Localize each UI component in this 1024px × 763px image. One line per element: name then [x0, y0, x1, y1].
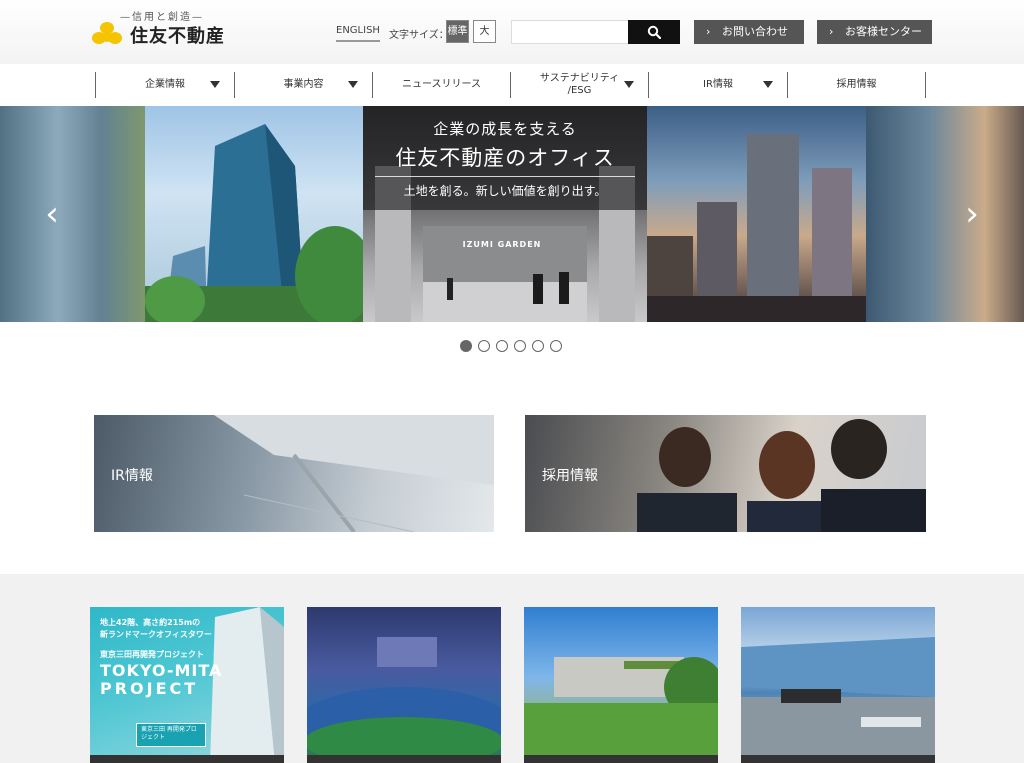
site-logo[interactable]: —信用と創造— 住友不動産 [92, 8, 242, 50]
card-text-line3: 東京三田再開発プロジェクト [100, 650, 204, 659]
nav-item-recruit[interactable]: 採用情報 [787, 72, 926, 98]
project-card-tokyo-mita[interactable]: 地上42階、高さ約215mの 新ランドマークオフィスタワー 東京三田再開発プロジ… [90, 607, 284, 763]
logo-tagline: —信用と創造— [120, 12, 204, 23]
carousel-prev-icon[interactable]: ‹ [40, 194, 64, 234]
hero-slide-next-preview [866, 106, 1024, 322]
nav-item-label: サステナビリティ /ESG [540, 73, 619, 97]
project-card-event[interactable] [307, 607, 501, 763]
hero-carousel[interactable]: IZUMI GARDEN 企業の成長を支える 住友不動産のオフィス 土地を創る。… [0, 106, 1024, 322]
site-header: —信用と創造— 住友不動産 ENGLISH 文字サイズ： 標準 大 › お問い合… [0, 0, 1024, 64]
carousel-dot[interactable] [550, 340, 562, 352]
ir-banner-label: IR情報 [111, 468, 153, 484]
nav-item-news[interactable]: ニュースリリース [372, 72, 510, 98]
carousel-dot[interactable] [478, 340, 490, 352]
customer-center-button[interactable]: › お客様センター [817, 20, 932, 44]
font-size-large-button[interactable]: 大 [473, 20, 496, 43]
nav-item-ir[interactable]: IR情報 [648, 72, 787, 98]
card-title-project: PROJECT [100, 679, 199, 698]
project-card-park[interactable] [524, 607, 718, 763]
nav-item-sustainability[interactable]: サステナビリティ /ESG [510, 72, 648, 98]
airport-illustration [741, 637, 935, 763]
caret-down-icon [624, 81, 634, 88]
hero-image-skyline [647, 106, 866, 322]
customer-center-button-label: お客様センター [845, 25, 922, 38]
project-card-airport[interactable] [741, 607, 935, 763]
logo-name: 住友不動産 [130, 26, 225, 47]
logo-mark-icon [92, 22, 122, 44]
park-illustration [524, 657, 718, 763]
carousel-next-icon[interactable]: › [960, 194, 984, 234]
card-text-line2: 新ランドマークオフィスタワー [100, 630, 212, 639]
nav-item-company[interactable]: 企業情報 [95, 72, 234, 98]
hero-caption-tagline: 土地を創る。新しい価値を創り出す。 [403, 184, 607, 198]
caret-down-icon [763, 81, 773, 88]
carousel-dot[interactable] [460, 340, 472, 352]
carousel-dots [460, 340, 562, 352]
search-icon [647, 25, 661, 39]
global-nav: 企業情報 事業内容 ニュースリリース サステナビリティ /ESG IR情報 採用… [0, 64, 1024, 106]
card-caption-strip [524, 755, 718, 763]
card-badge: 東京三田 再開発プロジェクト [136, 723, 206, 747]
card-caption-strip [307, 755, 501, 763]
nav-item-label: 採用情報 [836, 79, 877, 90]
nav-item-label: IR情報 [703, 79, 733, 90]
lobby-sign-text: IZUMI GARDEN [462, 240, 542, 249]
hero-caption-divider [375, 176, 635, 177]
nav-item-label: 企業情報 [145, 79, 185, 90]
caret-down-icon [210, 81, 220, 88]
chevron-right-icon: › [829, 25, 834, 38]
card-caption-strip [741, 755, 935, 763]
skyline-illustration [647, 134, 866, 322]
caret-down-icon [348, 81, 358, 88]
font-size-label: 文字サイズ： [389, 30, 449, 41]
carousel-dot[interactable] [496, 340, 508, 352]
contact-button-label: お問い合わせ [722, 25, 788, 38]
ir-banner[interactable]: IR情報 [94, 415, 494, 532]
recruit-banner[interactable]: 採用情報 [525, 415, 926, 532]
nav-item-label: ニュースリリース [402, 79, 481, 90]
hero-caption-sub: 企業の成長を支える [433, 120, 577, 138]
chevron-right-icon: › [706, 25, 711, 38]
contact-button[interactable]: › お問い合わせ [694, 20, 804, 44]
hero-image-tower [145, 106, 363, 322]
carousel-dot[interactable] [532, 340, 544, 352]
card-text-line1: 地上42階、高さ約215mの [100, 618, 201, 627]
hero-slide-prev-preview [0, 106, 145, 322]
english-link[interactable]: ENGLISH [336, 25, 380, 42]
hero-caption-title: 住友不動産のオフィス [395, 146, 615, 170]
event-illustration [307, 637, 501, 763]
carousel-dot[interactable] [514, 340, 526, 352]
nav-item-label: 事業内容 [283, 79, 324, 90]
nav-item-label-line2: /ESG [567, 85, 592, 96]
search-button[interactable] [628, 20, 680, 44]
ir-banner-illustration [214, 415, 494, 532]
recruit-banner-label: 採用情報 [542, 468, 598, 484]
font-size-standard-button[interactable]: 標準 [446, 20, 469, 43]
tower-illustration [145, 124, 363, 322]
search-input[interactable] [511, 20, 629, 44]
hero-caption: 企業の成長を支える 住友不動産のオフィス 土地を創る。新しい価値を創り出す。 [363, 106, 647, 210]
nav-item-label-line1: サステナビリティ [539, 73, 620, 84]
card-title-tokyo-mita: TOKYO-MITA [100, 661, 223, 680]
card-caption-strip [90, 755, 284, 763]
nav-item-business[interactable]: 事業内容 [234, 72, 372, 98]
